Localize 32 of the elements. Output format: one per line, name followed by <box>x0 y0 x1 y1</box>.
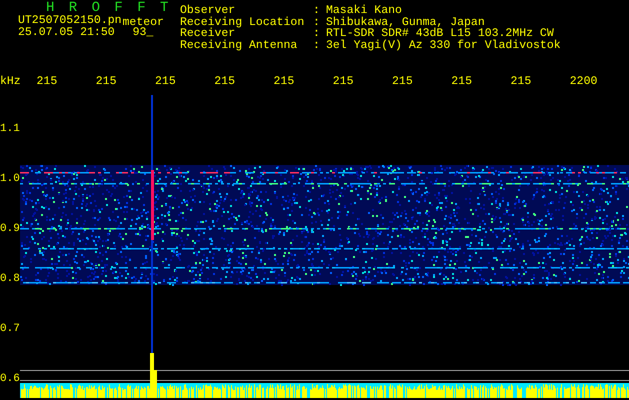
date-time: 25.07.05 21:50 <box>18 26 115 38</box>
time-axis-label: 2200 <box>570 75 598 88</box>
info-label: Receiver <box>180 28 236 40</box>
time-axis-label: 215 <box>155 75 176 88</box>
info-value: Shibukawa, Gunma, Japan <box>326 16 485 28</box>
frequency-axis-label: 1.1 <box>0 123 20 135</box>
frequency-axis-label: 0.8 <box>0 273 20 285</box>
separator: : <box>313 5 321 17</box>
info-label: Receiving Location <box>180 16 306 28</box>
info-value: 3el Yagi(V) Az 330 for Vladivostok <box>326 40 561 52</box>
info-value: RTL-SDR SDR# 43dB L15 103.2MHz CW <box>326 28 554 40</box>
time-axis-label: 215 <box>510 75 532 88</box>
frequency-axis-label: 0.7 <box>0 323 20 335</box>
frequency-axis-label: 0.9 <box>0 223 20 235</box>
time-axis-label: 215 <box>36 75 58 88</box>
info-value: Masaki Kano <box>326 5 402 17</box>
separator: : <box>313 16 321 28</box>
separator: : <box>313 28 321 40</box>
file-name: UT2507052150.pn <box>18 15 122 27</box>
time-axis-label: 215 <box>214 75 235 88</box>
info-label: Receiving Antenna <box>180 40 298 52</box>
time-axis-label: 215 <box>96 75 116 88</box>
time-axis-label: 215 <box>274 75 294 88</box>
separator: : <box>313 40 321 52</box>
frequency-axis-label: 1.0 <box>0 173 20 185</box>
axis-unit: kHz <box>0 75 21 88</box>
app-title: H R O F F T <box>46 2 172 15</box>
time-axis-label: 215 <box>332 75 354 88</box>
time-axis-label: 215 <box>451 75 472 88</box>
time-axis-label: 215 <box>392 75 413 88</box>
frequency-axis-label: 0.6 <box>0 373 20 385</box>
info-label: Observer <box>180 5 236 17</box>
